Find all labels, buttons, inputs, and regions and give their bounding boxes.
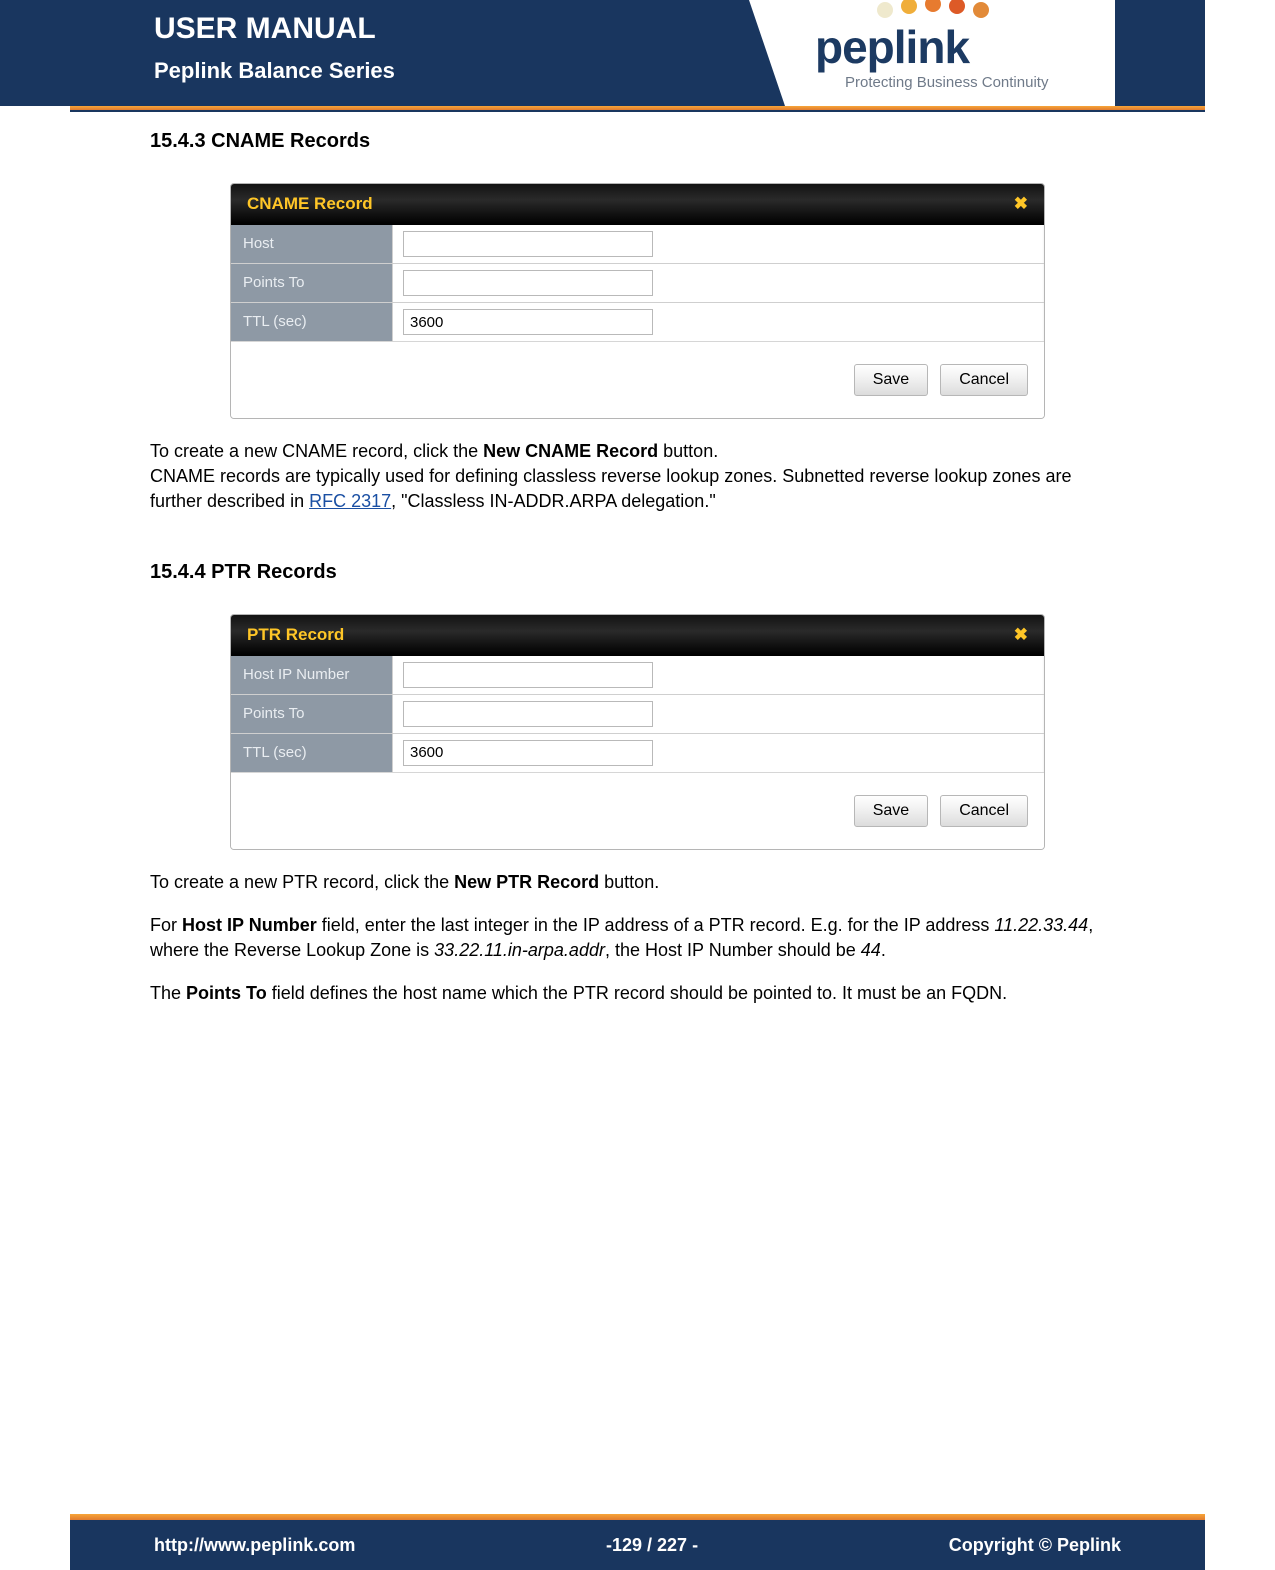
ptr-t2g: , the Host IP Number should be: [605, 940, 861, 960]
brand-logo: peplink Protecting Business Continuity: [785, 0, 1115, 106]
logo-text-pre: pep: [815, 21, 894, 73]
header-blue-rule: [70, 110, 1205, 112]
ptr-t2b: Host IP Number: [182, 915, 317, 935]
cname-host-input[interactable]: [403, 231, 653, 257]
footer-copyright: Copyright © Peplink: [949, 1535, 1121, 1556]
header-right-gap: [1205, 0, 1275, 106]
ptr-t2c: field, enter the last integer in the IP …: [317, 915, 995, 935]
cname-ttl-input[interactable]: [403, 309, 653, 335]
cname-text-1a: To create a new CNAME record, click the: [150, 441, 483, 461]
ptr-panel-header: PTR Record ✖: [231, 615, 1044, 656]
cname-panel-title: CNAME Record: [247, 194, 373, 214]
ptr-ttl-input[interactable]: [403, 740, 653, 766]
cname-heading: 15.4.3 CNAME Records: [150, 130, 1125, 153]
cname-host-label: Host: [231, 225, 393, 263]
ptr-text-2: For Host IP Number field, enter the last…: [150, 913, 1125, 963]
ptr-text-3: The Points To field defines the host nam…: [150, 981, 1125, 1006]
logo-text: peplink: [815, 20, 969, 74]
ptr-t2a: For: [150, 915, 182, 935]
ptr-t3b: Points To: [186, 983, 267, 1003]
rfc-2317-link[interactable]: RFC 2317: [309, 491, 391, 511]
ptr-panel-title: PTR Record: [247, 625, 344, 645]
manual-subtitle: Peplink Balance Series: [154, 58, 395, 84]
header-left-stripe: [0, 0, 70, 106]
ptr-pointsto-label: Points To: [231, 695, 393, 733]
cname-ttl-label: TTL (sec): [231, 303, 393, 341]
cname-pointsto-input[interactable]: [403, 270, 653, 296]
cname-record-panel: CNAME Record ✖ Host Points To TTL (sec): [230, 183, 1045, 419]
cancel-button[interactable]: Cancel: [940, 795, 1028, 827]
header: USER MANUAL Peplink Balance Series pepli…: [70, 0, 1205, 106]
ptr-hostip-input[interactable]: [403, 662, 653, 688]
cname-text-2b: , "Classless IN-ADDR.ARPA delegation.": [391, 491, 716, 511]
ptr-t1b: New PTR Record: [454, 872, 599, 892]
cname-panel-header: CNAME Record ✖: [231, 184, 1044, 225]
save-button[interactable]: Save: [854, 364, 928, 396]
close-icon[interactable]: ✖: [1014, 625, 1028, 645]
logo-dots-icon: [877, 2, 989, 18]
ptr-t2f: 33.22.11.in-arpa.addr: [434, 940, 605, 960]
cname-text-1c: button.: [658, 441, 718, 461]
close-icon[interactable]: ✖: [1014, 194, 1028, 214]
cname-text-1b: New CNAME Record: [483, 441, 658, 461]
ptr-text-1: To create a new PTR record, click the Ne…: [150, 870, 1125, 895]
ptr-t1a: To create a new PTR record, click the: [150, 872, 454, 892]
footer-right-gap: [1205, 1514, 1275, 1570]
ptr-t3a: The: [150, 983, 186, 1003]
ptr-ttl-label: TTL (sec): [231, 734, 393, 772]
ptr-pointsto-input[interactable]: [403, 701, 653, 727]
logo-tagline: Protecting Business Continuity: [845, 74, 1048, 91]
save-button[interactable]: Save: [854, 795, 928, 827]
ptr-record-panel: PTR Record ✖ Host IP Number Points To TT…: [230, 614, 1045, 850]
ptr-heading: 15.4.4 PTR Records: [150, 561, 1125, 584]
logo-text-post: link: [894, 21, 969, 73]
ptr-t2i: .: [881, 940, 886, 960]
footer-bar: http://www.peplink.com -129 / 227 - Copy…: [70, 1520, 1205, 1570]
cancel-button[interactable]: Cancel: [940, 364, 1028, 396]
cname-pointsto-label: Points To: [231, 264, 393, 302]
ptr-t2h: 44: [861, 940, 881, 960]
manual-title: USER MANUAL: [154, 12, 376, 46]
footer-left-gap: [0, 1514, 70, 1570]
footer-page: -129 / 227 -: [606, 1535, 698, 1556]
ptr-t2d: 11.22.33.44: [994, 915, 1088, 935]
cname-text-1: To create a new CNAME record, click the …: [150, 439, 1125, 515]
ptr-t1c: button.: [599, 872, 659, 892]
ptr-t3c: field defines the host name which the PT…: [267, 983, 1007, 1003]
footer-url: http://www.peplink.com: [154, 1535, 355, 1556]
ptr-hostip-label: Host IP Number: [231, 656, 393, 694]
